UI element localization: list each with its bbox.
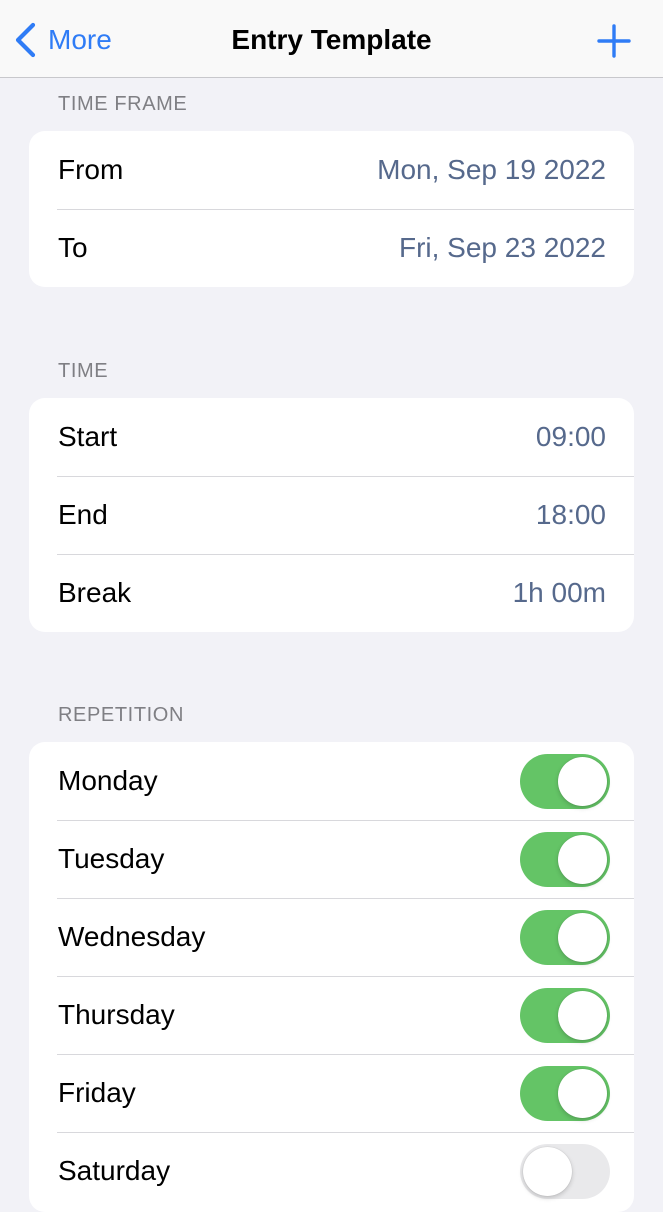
- tuesday-row: Tuesday: [29, 820, 634, 898]
- row-label: Break: [58, 577, 132, 608]
- row-label: To: [58, 232, 88, 263]
- toggle-knob: [558, 756, 607, 806]
- friday-row: Friday: [29, 1054, 634, 1132]
- toggle-knob: [558, 990, 607, 1040]
- add-button[interactable]: [597, 24, 631, 58]
- toggle-knob: [558, 912, 607, 962]
- wednesday-toggle[interactable]: [520, 909, 610, 965]
- friday-toggle[interactable]: [520, 1065, 610, 1121]
- row-label: Monday: [58, 765, 158, 796]
- start-time-value[interactable]: 09:00: [536, 421, 606, 453]
- toggle-knob: [523, 1146, 572, 1196]
- break-duration-value[interactable]: 1h 00m: [513, 577, 606, 609]
- saturday-row: Saturday: [29, 1132, 634, 1210]
- wednesday-row: Wednesday: [29, 898, 634, 976]
- row-label: Friday: [58, 1077, 136, 1108]
- monday-toggle[interactable]: [520, 753, 610, 809]
- thursday-row: Thursday: [29, 976, 634, 1054]
- time-frame-group: From Mon, Sep 19 2022 To Fri, Sep 23 202…: [29, 131, 634, 287]
- end-time-value[interactable]: 18:00: [536, 499, 606, 531]
- row-label: From: [58, 154, 124, 185]
- row-label: Thursday: [58, 999, 175, 1030]
- toggle-knob: [558, 834, 607, 884]
- from-row[interactable]: From Mon, Sep 19 2022: [29, 131, 634, 209]
- row-label: End: [58, 499, 108, 530]
- row-label: Saturday: [58, 1155, 171, 1186]
- plus-icon: [597, 24, 631, 58]
- end-row[interactable]: End 18:00: [29, 476, 634, 554]
- break-row[interactable]: Break 1h 00m: [29, 554, 634, 632]
- to-row[interactable]: To Fri, Sep 23 2022: [29, 209, 634, 287]
- page-title: Entry Template: [231, 24, 432, 55]
- monday-row: Monday: [29, 742, 634, 820]
- section-header-time: TIME: [58, 360, 109, 382]
- row-label: Start: [58, 421, 118, 452]
- start-row[interactable]: Start 09:00: [29, 398, 634, 476]
- navigation-bar: More Entry Template: [0, 0, 663, 78]
- to-date-value[interactable]: Fri, Sep 23 2022: [399, 232, 606, 264]
- row-label: Tuesday: [58, 843, 165, 874]
- thursday-toggle[interactable]: [520, 987, 610, 1043]
- tuesday-toggle[interactable]: [520, 831, 610, 887]
- time-group: Start 09:00 End 18:00 Break 1h 00m: [29, 398, 634, 632]
- section-header-repetition: REPETITION: [58, 704, 185, 726]
- section-header-time-frame: TIME FRAME: [58, 93, 188, 115]
- toggle-knob: [558, 1068, 607, 1118]
- repetition-group: Monday Tuesday Wednesday Thursday Friday…: [29, 742, 634, 1212]
- row-label: Wednesday: [58, 921, 206, 952]
- saturday-toggle[interactable]: [520, 1143, 610, 1199]
- from-date-value[interactable]: Mon, Sep 19 2022: [377, 154, 606, 186]
